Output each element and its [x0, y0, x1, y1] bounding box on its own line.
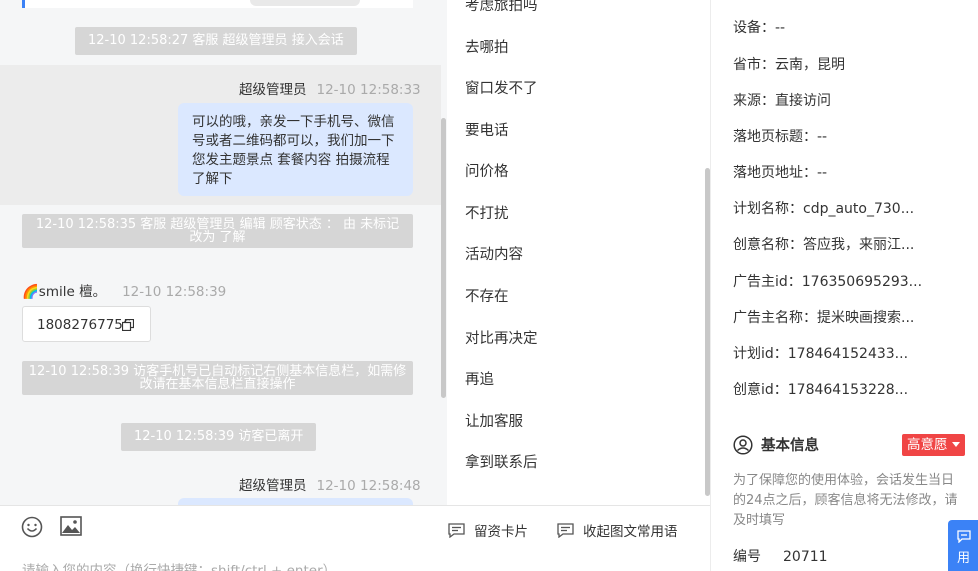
floating-chat-button[interactable]: 用	[948, 520, 978, 571]
quick-reply-item[interactable]: 要电话	[465, 119, 509, 140]
quick-reply-item[interactable]: 拿到联系后	[465, 451, 538, 472]
system-message: 12-10 12:58:27 客服 超级管理员 接入会话	[75, 27, 357, 55]
serial-value: 20711	[783, 549, 828, 565]
info-province: 省市：云南，昆明	[733, 57, 845, 73]
chat-scrollbar[interactable]	[441, 118, 446, 398]
system-message: 12-10 12:58:39 访客手机号已自动标记右侧基本信息栏，如需修改请在基…	[22, 361, 413, 395]
smile-icon[interactable]	[21, 516, 43, 538]
basic-info-label: 基本信息	[761, 438, 819, 454]
message-sender: 超级管理员 12-10 12:58:33	[239, 78, 421, 98]
sender-name: 超级管理员	[239, 478, 307, 494]
copy-icon[interactable]	[122, 319, 134, 331]
message-time: 12-10 12:58:48	[316, 478, 421, 494]
chat-bubble-icon	[956, 530, 971, 544]
info-landing-url: 落地页地址：--	[733, 165, 828, 181]
message-time: 12-10 12:58:39	[122, 284, 227, 300]
message-time: 12-10 12:58:33	[316, 82, 421, 98]
leave-card-button[interactable]: 留资卡片	[448, 520, 528, 540]
info-plan-id: 计划id：178464152433...	[733, 346, 909, 362]
agent-message-bubble	[178, 498, 413, 505]
info-source: 来源：直接访问	[733, 93, 831, 109]
agent-message-bubble: 可以的哦，亲发一下手机号、微信号或者二维码都可以，我们加一下您发主题景点 套餐内…	[178, 103, 413, 196]
info-advertiser-id: 广告主id：176350695293...	[733, 274, 923, 290]
quick-reply-item[interactable]: 对比再决定	[465, 327, 538, 348]
quick-reply-item[interactable]: 让加客服	[465, 410, 523, 431]
message-input-area: 留资卡片 收起图文常用语 请输入您的内容（换行快捷键：shift/ctrl + …	[0, 505, 710, 571]
message-card-icon	[557, 522, 574, 538]
leave-card-label: 留资卡片	[474, 524, 528, 540]
quick-reply-item[interactable]: 不存在	[465, 285, 509, 306]
serial-label: 编号	[733, 549, 761, 565]
image-icon[interactable]	[60, 516, 82, 536]
message-sender: 超级管理员 12-10 12:58:48	[239, 474, 421, 494]
collapse-phrases-button[interactable]: 收起图文常用语	[557, 520, 678, 540]
sender-name: 🌈smile 檀。	[22, 284, 107, 300]
chat-panel: 12-10 12:58:27 客服 超级管理员 接入会话 超级管理员 12-10 …	[0, 0, 447, 505]
system-message: 12-10 12:58:39 访客已离开	[121, 423, 317, 451]
user-circle-icon	[733, 434, 753, 455]
phone-number: 18082767756	[37, 317, 132, 333]
card-tab	[250, 0, 360, 6]
info-plan-name: 计划名称：cdp_auto_730...	[733, 201, 915, 217]
info-note: 为了保障您的使用体验，会话发生当日的24点之后，顾客信息将无法修改，请及时填写	[733, 473, 958, 528]
serial-row: 编号 20711	[733, 546, 828, 566]
info-creative-id: 创意id：178464153228...	[733, 382, 909, 398]
system-message: 12-10 12:58:35 客服 超级管理员 编辑 顾客状态 ： 由 未标记 …	[22, 214, 413, 248]
quick-reply-item[interactable]: 考虑旅拍吗	[465, 0, 538, 15]
quick-reply-item[interactable]: 窗口发不了	[465, 77, 538, 98]
visitor-phone-message[interactable]: 18082767756	[22, 306, 151, 342]
quick-reply-item[interactable]: 问价格	[465, 160, 509, 181]
info-advertiser-name: 广告主名称：提米映画搜索...	[733, 310, 915, 326]
sender-name: 超级管理员	[239, 82, 307, 98]
quick-reply-item[interactable]: 活动内容	[465, 243, 523, 264]
intent-dropdown[interactable]: 高意愿	[902, 434, 965, 456]
info-device: 设备：--	[733, 20, 786, 36]
quick-reply-item[interactable]: 不打扰	[465, 202, 509, 223]
basic-info-title: 基本信息	[733, 434, 819, 455]
quick-reply-panel: 考虑旅拍吗 去哪拍 窗口发不了 要电话 问价格 不打扰 活动内容 不存在 对比再…	[447, 0, 710, 505]
customer-info-panel: 设备：-- 省市：云南，昆明 来源：直接访问 落地页标题：-- 落地页地址：--…	[710, 0, 978, 571]
message-input[interactable]: 请输入您的内容（换行快捷键：shift/ctrl + enter）	[22, 559, 336, 571]
quick-reply-item[interactable]: 再追	[465, 368, 494, 389]
message-sender: 🌈smile 檀。 12-10 12:58:39	[22, 280, 226, 300]
floating-button-label: 用	[956, 551, 970, 566]
collapse-phrases-label: 收起图文常用语	[583, 524, 678, 540]
info-creative-name: 创意名称：答应我，来丽江...	[733, 237, 915, 253]
message-card-icon	[448, 522, 465, 538]
info-landing-title: 落地页标题：--	[733, 129, 828, 145]
quick-reply-item[interactable]: 去哪拍	[465, 36, 509, 57]
intent-label: 高意愿	[907, 437, 948, 453]
